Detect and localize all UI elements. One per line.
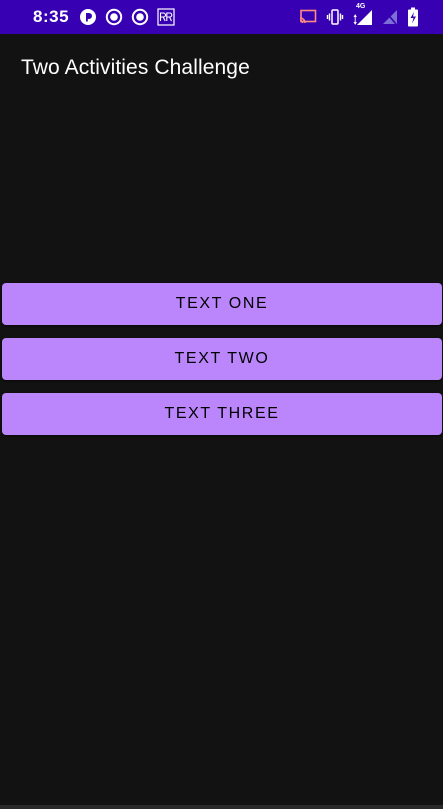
text-three-button-label: TEXT THREE	[164, 405, 280, 422]
network-label: 4G	[356, 3, 366, 10]
cast-icon	[299, 9, 317, 25]
rr-icon	[157, 8, 175, 26]
vibrate-icon	[326, 8, 344, 26]
status-right-icons: 4G	[299, 3, 419, 27]
text-one-button-label: TEXT ONE	[175, 295, 269, 312]
pocket-casts-icon	[79, 8, 97, 26]
app-bar: Two Activities Challenge	[0, 34, 443, 102]
no-signal-icon	[382, 8, 398, 26]
app-screen: 8:35 4G Two Activities Challenge TEXT ON…	[0, 0, 443, 809]
button-group: TEXT ONE TEXT TWO TEXT THREE	[2, 283, 442, 448]
record-icon	[105, 8, 123, 26]
record-icon	[131, 8, 149, 26]
status-time: 8:35	[33, 7, 70, 26]
signal-4g-icon: 4G	[353, 3, 373, 26]
battery-icon	[407, 7, 419, 27]
status-bar: 8:35 4G	[0, 0, 443, 34]
text-two-button[interactable]: TEXT TWO	[2, 338, 442, 380]
text-two-button-label: TEXT TWO	[174, 350, 270, 367]
text-one-button[interactable]: TEXT ONE	[2, 283, 442, 325]
app-title: Two Activities Challenge	[21, 56, 250, 79]
status-left-icons	[79, 8, 175, 26]
navigation-bar	[0, 805, 443, 809]
text-three-button[interactable]: TEXT THREE	[2, 393, 442, 435]
